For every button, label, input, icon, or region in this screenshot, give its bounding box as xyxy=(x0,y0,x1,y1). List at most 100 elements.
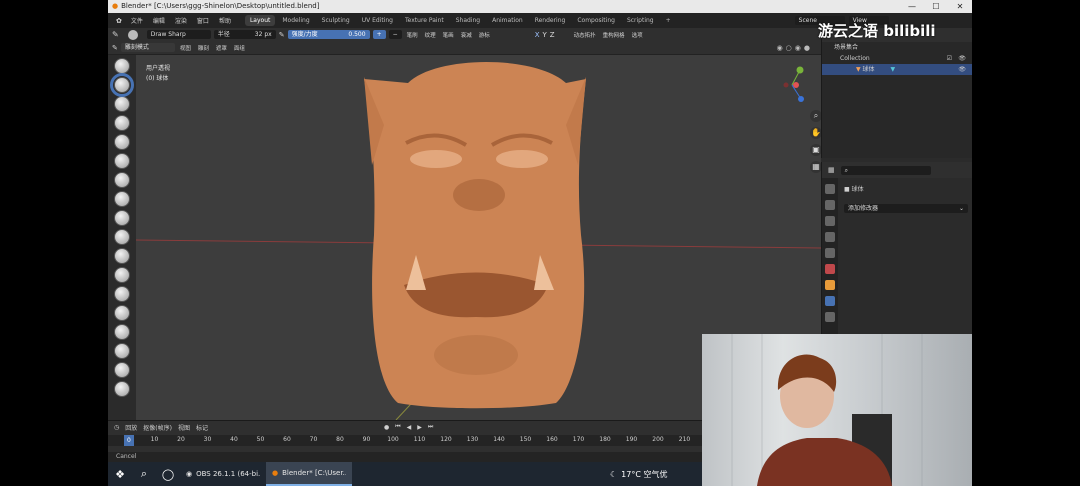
draw-sharp-tool-icon[interactable] xyxy=(110,73,134,97)
clay-tool-icon[interactable] xyxy=(114,96,130,112)
elastic-tool-icon[interactable] xyxy=(114,362,130,378)
keying-menu[interactable]: 抠像(帧序) xyxy=(143,423,172,432)
taskbar-obs[interactable]: ◉ OBS 26.1.1 (64-bi... xyxy=(180,462,266,486)
play-button[interactable]: ▶ xyxy=(417,424,422,431)
menu-edit[interactable]: 编辑 xyxy=(148,16,170,25)
menu-render[interactable]: 渲染 xyxy=(170,16,192,25)
particles-tab-icon[interactable] xyxy=(825,312,835,322)
close-button[interactable]: ✕ xyxy=(948,0,972,13)
tab-scripting[interactable]: Scripting xyxy=(622,15,659,26)
clay-thumb-tool-icon[interactable] xyxy=(114,134,130,150)
tab-sculpting[interactable]: Sculpting xyxy=(317,15,355,26)
mode-selector[interactable]: 雕刻模式 xyxy=(120,43,175,52)
clay-strips-tool-icon[interactable] xyxy=(114,115,130,131)
symmetry-y-toggle[interactable]: Y xyxy=(543,31,547,39)
smooth-tool-icon[interactable] xyxy=(114,229,130,245)
output-tab-icon[interactable] xyxy=(825,216,835,226)
symmetry-z-toggle[interactable]: Z xyxy=(550,31,555,39)
visibility-eye-icon[interactable]: 👁 xyxy=(958,64,966,75)
world-tab-icon[interactable] xyxy=(825,264,835,274)
current-frame-indicator[interactable]: 0 xyxy=(124,435,134,446)
menu-file[interactable]: 文件 xyxy=(126,16,148,25)
add-brush-button[interactable]: + xyxy=(372,30,386,39)
subtract-brush-button[interactable]: − xyxy=(388,30,402,39)
symmetry-x-toggle[interactable]: X xyxy=(535,31,540,39)
draw-tool-icon[interactable] xyxy=(114,58,130,74)
tab-layout[interactable]: Layout xyxy=(244,15,276,26)
stroke-menu[interactable]: 笔画 xyxy=(441,31,456,39)
outliner-collection[interactable]: Collection ☑ 👁 xyxy=(822,53,972,64)
checkbox-icon[interactable]: ☑ xyxy=(947,53,952,64)
render-tab-icon[interactable] xyxy=(825,200,835,210)
zoom-icon[interactable]: ⌕ xyxy=(810,110,821,122)
menu-window[interactable]: 窗口 xyxy=(192,16,214,25)
minimize-button[interactable]: — xyxy=(900,0,924,13)
flatten-tool-icon[interactable] xyxy=(114,248,130,264)
playback-menu[interactable]: 回放 xyxy=(125,423,137,432)
scrape-tool-icon[interactable] xyxy=(114,286,130,302)
tab-texture-paint[interactable]: Texture Paint xyxy=(400,15,449,26)
clock-icon[interactable]: ◷ xyxy=(114,424,119,431)
search-icon[interactable]: ⌕ xyxy=(132,462,156,486)
tab-compositing[interactable]: Compositing xyxy=(572,15,620,26)
eye-icon[interactable]: 👁 xyxy=(958,53,966,64)
dyntopo-menu[interactable]: 动态拓扑 xyxy=(572,31,598,39)
layer-tool-icon[interactable] xyxy=(114,153,130,169)
grid-ortho-icon[interactable]: ▦ xyxy=(810,161,821,173)
timeline-view-menu[interactable]: 视图 xyxy=(178,423,190,432)
jump-end-button[interactable]: ⏭ xyxy=(428,423,433,431)
camera-view-icon[interactable]: ▣ xyxy=(810,144,821,156)
editor-type-icon[interactable]: ▦ xyxy=(828,166,835,174)
pressure-icon[interactable]: ✎ xyxy=(279,31,285,39)
view-layer-tab-icon[interactable] xyxy=(825,232,835,242)
record-button[interactable]: ● xyxy=(384,424,389,431)
tool-tab-icon[interactable] xyxy=(825,184,835,194)
brush-menu[interactable]: 笔刷 xyxy=(405,31,420,39)
weather-widget[interactable]: ☾ 17°C 空气优 xyxy=(610,469,667,480)
play-reverse-button[interactable]: ◀ xyxy=(407,424,412,431)
remesh-menu[interactable]: 重构网格 xyxy=(601,31,627,39)
multiplane-scrape-tool-icon[interactable] xyxy=(114,305,130,321)
radius-field[interactable]: 半径 32 px xyxy=(213,30,276,39)
maximize-button[interactable]: ☐ xyxy=(924,0,948,13)
tab-animation[interactable]: Animation xyxy=(487,15,528,26)
face-sets-menu[interactable]: 面组 xyxy=(232,44,247,52)
add-workspace-button[interactable]: + xyxy=(661,15,676,26)
sculpt-menu[interactable]: 雕刻 xyxy=(196,44,211,52)
viewport-shading-icon[interactable]: ◉○◉● xyxy=(777,44,813,52)
task-view-icon[interactable]: ◯ xyxy=(156,462,180,486)
strength-field[interactable]: 强度/力度 0.500 xyxy=(287,30,370,39)
inflate-tool-icon[interactable] xyxy=(114,172,130,188)
pan-hand-icon[interactable]: ✋ xyxy=(810,127,821,139)
outliner-scene-collection[interactable]: 场景集合 xyxy=(822,42,972,53)
add-modifier-dropdown[interactable]: 添加修改器 ⌄ xyxy=(844,204,968,213)
menu-help[interactable]: 帮助 xyxy=(214,16,236,25)
view-menu[interactable]: 视图 xyxy=(178,44,193,52)
options-menu[interactable]: 选项 xyxy=(630,31,645,39)
outliner-object[interactable]: ▼ 球体 ▼ 👁 xyxy=(822,64,972,75)
mask-menu[interactable]: 遮罩 xyxy=(214,44,229,52)
brush-mode-icon[interactable]: ✎ xyxy=(112,30,119,39)
marker-menu[interactable]: 标记 xyxy=(196,423,208,432)
blob-tool-icon[interactable] xyxy=(114,191,130,207)
cursor-menu[interactable]: 游标 xyxy=(477,31,492,39)
fill-tool-icon[interactable] xyxy=(114,267,130,283)
tab-rendering[interactable]: Rendering xyxy=(530,15,571,26)
jump-start-button[interactable]: ⏮ xyxy=(395,423,400,431)
tab-shading[interactable]: Shading xyxy=(451,15,485,26)
falloff-menu[interactable]: 衰减 xyxy=(459,31,474,39)
taskbar-blender[interactable]: ● Blender* [C:\User... xyxy=(266,462,352,486)
grab-tool-icon[interactable] xyxy=(114,343,130,359)
crease-tool-icon[interactable] xyxy=(114,210,130,226)
brush-name-field[interactable]: Draw Sharp xyxy=(146,30,211,39)
object-tab-icon[interactable] xyxy=(825,280,835,290)
tab-modeling[interactable]: Modeling xyxy=(277,15,314,26)
tab-uv-editing[interactable]: UV Editing xyxy=(357,15,398,26)
brush-preview-icon[interactable] xyxy=(127,29,138,40)
modifier-tab-icon[interactable] xyxy=(825,296,835,306)
snake-hook-tool-icon[interactable] xyxy=(114,381,130,397)
properties-search-input[interactable]: ⌕ xyxy=(840,165,931,175)
texture-menu[interactable]: 纹理 xyxy=(423,31,438,39)
scene-tab-icon[interactable] xyxy=(825,248,835,258)
pinch-tool-icon[interactable] xyxy=(114,324,130,340)
